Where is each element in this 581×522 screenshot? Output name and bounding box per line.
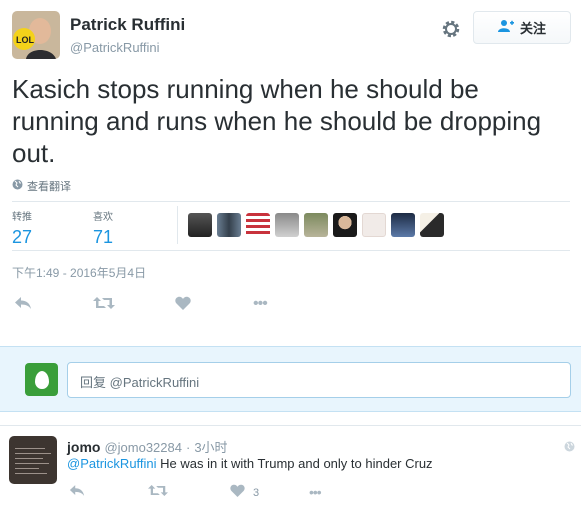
svg-text:LOL: LOL	[16, 35, 34, 45]
heart-icon	[175, 295, 191, 315]
heart-icon	[230, 484, 245, 501]
reply-prefix: 回复	[80, 375, 110, 390]
retweets-label: 转推	[12, 212, 32, 223]
globe-icon	[12, 179, 23, 193]
globe-icon[interactable]	[564, 439, 575, 457]
more-action[interactable]: •••	[253, 295, 268, 313]
more-icon: •••	[253, 295, 268, 312]
reply-text-mention[interactable]: @PatrickRuffini	[67, 456, 157, 471]
liker-avatar[interactable]	[188, 213, 212, 237]
reply-like-count: 3	[253, 486, 260, 499]
retweets-count: 27	[12, 227, 33, 247]
reply-text: @PatrickRuffini He was in it with Trump …	[67, 456, 433, 471]
liker-avatar[interactable]	[217, 213, 241, 237]
author-name[interactable]: Patrick Ruffini	[70, 15, 185, 35]
liker-avatar[interactable]	[304, 213, 328, 237]
retweet-icon	[93, 295, 115, 315]
divider	[12, 250, 570, 251]
liker-avatar[interactable]	[420, 213, 444, 237]
reply-text-body: He was in it with Trump and only to hind…	[156, 456, 433, 471]
reply-author-name[interactable]: jomo	[67, 439, 100, 455]
reply-separator: ·	[185, 440, 191, 455]
reply-icon	[69, 484, 85, 501]
author-handle[interactable]: @PatrickRuffini	[70, 40, 160, 55]
likes-stat[interactable]: 喜欢 71	[93, 208, 113, 248]
reply-icon	[14, 295, 32, 315]
like-action[interactable]	[175, 295, 191, 315]
reply-author-handle[interactable]: @jomo32284	[104, 440, 182, 455]
retweet-icon	[148, 484, 168, 501]
reply-composer: 回复 @PatrickRuffini	[0, 346, 581, 412]
likes-label: 喜欢	[93, 212, 113, 223]
follow-button[interactable]: 关注	[473, 11, 571, 44]
reply-avatar[interactable]	[9, 436, 57, 484]
more-icon: •••	[309, 484, 322, 500]
liker-avatar[interactable]	[275, 213, 299, 237]
reply-like-action[interactable]: 3	[230, 484, 259, 501]
reply-mention: @PatrickRuffini	[109, 375, 200, 390]
retweet-stat[interactable]: 转推 27	[12, 208, 32, 248]
add-user-icon	[497, 19, 514, 36]
liker-avatar[interactable]	[391, 213, 415, 237]
liker-avatars	[188, 213, 444, 237]
stat-separator	[177, 206, 178, 244]
reply-reply-action[interactable]	[69, 484, 85, 501]
gear-icon[interactable]	[440, 18, 462, 40]
user-avatar	[25, 363, 58, 396]
reply-tweet[interactable]: jomo @jomo32284 · 3小时 @PatrickRuffini He…	[0, 425, 581, 522]
reply-input[interactable]: 回复 @PatrickRuffini	[67, 362, 571, 398]
divider	[12, 201, 570, 202]
translate-link[interactable]: 查看翻译	[12, 178, 71, 194]
reply-header: jomo @jomo32284 · 3小时	[67, 437, 228, 456]
reply-more-action[interactable]: •••	[309, 484, 322, 500]
translate-label: 查看翻译	[27, 181, 71, 193]
tweet-timestamp[interactable]: 下午1:49 - 2016年5月4日	[12, 264, 146, 281]
liker-avatar[interactable]	[362, 213, 386, 237]
tweet-text: Kasich stops running when he should be r…	[12, 74, 542, 168]
liker-avatar[interactable]	[246, 213, 270, 237]
reply-action[interactable]	[14, 295, 32, 315]
likes-count: 71	[93, 227, 114, 247]
retweet-action[interactable]	[93, 295, 115, 315]
liker-avatar[interactable]	[333, 213, 357, 237]
follow-label: 关注	[519, 21, 546, 36]
main-tweet: LOL Patrick Ruffini @PatrickRuffini 关注 K…	[0, 0, 581, 346]
author-avatar[interactable]: LOL	[12, 11, 60, 59]
reply-time[interactable]: 3小时	[194, 437, 227, 456]
reply-retweet-action[interactable]	[148, 484, 168, 501]
